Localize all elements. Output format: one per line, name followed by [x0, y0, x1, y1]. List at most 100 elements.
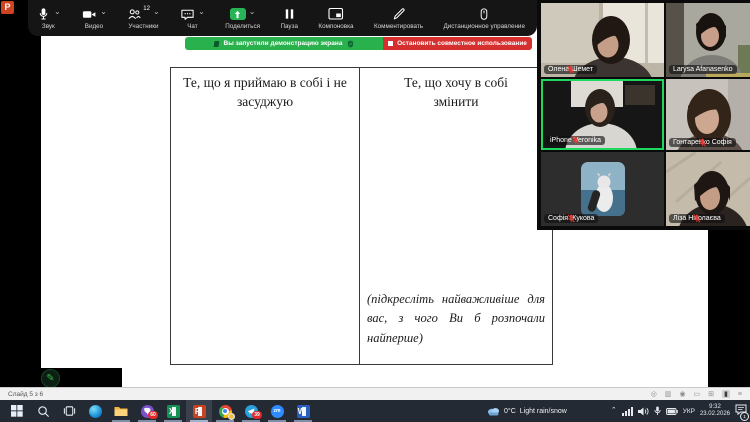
language-indicator[interactable]: УКР	[683, 408, 695, 415]
video-tile[interactable]: Гонтаренко Софія	[666, 79, 750, 150]
network-icon[interactable]	[622, 407, 633, 416]
microphone-icon	[36, 7, 51, 22]
slideshow-left-black-bar	[0, 0, 41, 387]
table-right-column: Те, що хочу в собі змінити (підкресліть …	[360, 68, 552, 364]
remote-control-label: Дистанционное управление	[443, 23, 525, 30]
muted-mic-icon	[546, 136, 605, 145]
video-label: Видео	[85, 23, 103, 30]
shield-check-icon	[347, 40, 354, 48]
participants-icon	[127, 7, 142, 22]
layout-button[interactable]: Компоновка	[318, 6, 353, 30]
normal-view-icon[interactable]: ▭	[694, 390, 701, 398]
video-tile[interactable]: Larysa Afanasenko	[666, 3, 750, 77]
participant-nametag: Larysa Afanasenko	[669, 65, 737, 74]
pause-share-button[interactable]: Пауза	[280, 6, 298, 30]
video-tile-active-speaker[interactable]: iPhone Veronika	[541, 79, 664, 150]
play-icon[interactable]: ◉	[679, 390, 685, 398]
annotate-pencil-icon	[392, 7, 406, 21]
viber-badge: 60	[148, 411, 158, 419]
participant-name: Larysa Afanasenko	[673, 66, 733, 73]
chevron-down-icon[interactable]: ⌄	[153, 8, 160, 16]
muted-mic-icon	[669, 214, 725, 223]
participants-button[interactable]: 12 ⌄ Участники	[127, 6, 159, 30]
telegram-button[interactable]: 39	[238, 400, 264, 422]
participant-nametag: Гонтаренко Софія	[669, 138, 736, 147]
table-left-column: Те, що я приймаю в собі і не засуджую	[171, 68, 360, 364]
excel-button[interactable]: X	[160, 400, 186, 422]
participants-video-panel: Олена Шемет Larysa Afanasenko	[537, 0, 750, 230]
participants-label: Участники	[128, 23, 158, 30]
status-bar-view-controls: ◎ ▥ ◉ ▭ ⊞ ▮ ≡	[651, 390, 742, 398]
reading-view-icon[interactable]: ▮	[722, 390, 730, 398]
start-button[interactable]	[4, 400, 30, 422]
share-screen-label: Поделиться	[225, 23, 260, 30]
comments-icon[interactable]: ▥	[665, 390, 672, 398]
microphone-tray-icon[interactable]	[654, 406, 661, 416]
muted-mic-icon	[544, 65, 597, 74]
action-center-button[interactable]: 1	[735, 402, 747, 420]
powerpoint-icon: P	[193, 405, 206, 418]
file-explorer-button[interactable]	[108, 400, 134, 422]
share-screen-button[interactable]: ⌄ Поделиться	[225, 6, 260, 30]
table-left-header: Те, що я приймаю в собі і не засуджую	[171, 74, 359, 112]
share-screen-icon	[230, 8, 246, 20]
table-right-note: (підкресліть найважливіше для вас, з чог…	[367, 290, 545, 348]
annotate-pencil-button[interactable]: ✎	[41, 369, 60, 388]
video-button[interactable]: ⌄ Видео	[81, 6, 107, 30]
video-tile[interactable]: Олена Шемет	[541, 3, 664, 77]
chevron-down-icon[interactable]: ⌄	[54, 8, 61, 16]
pencil-icon: ✎	[46, 374, 54, 384]
audio-button[interactable]: ⌄ Звук	[36, 6, 61, 30]
chevron-down-icon[interactable]: ⌄	[100, 8, 107, 16]
share-indicator-icon	[213, 41, 219, 47]
annotate-label: Комментировать	[374, 23, 423, 30]
participants-count-badge: 12	[143, 6, 150, 12]
participant-nametag: Олена Шемет	[544, 65, 597, 74]
viber-button[interactable]: 60	[134, 400, 160, 422]
volume-icon[interactable]	[638, 407, 649, 416]
chat-label: Чат	[187, 23, 197, 30]
tray-expand-icon[interactable]: ⌃	[611, 406, 617, 414]
video-tile[interactable]: Ліза Ніколаєва	[666, 152, 750, 226]
chrome-button[interactable]	[212, 400, 238, 422]
layout-label: Компоновка	[318, 23, 353, 30]
edge-icon	[89, 405, 102, 418]
stop-share-button[interactable]: Остановить совместное использование	[383, 37, 532, 50]
clock[interactable]: 9:32 23.02.2026	[700, 404, 730, 418]
annotate-button[interactable]: Комментировать	[374, 6, 423, 30]
annotation-toolbar: ✎	[0, 368, 122, 387]
video-tile-camera-off[interactable]: Софія Жукова	[541, 152, 664, 226]
telegram-badge: 39	[252, 411, 262, 419]
chat-button[interactable]: ⌄ Чат	[180, 6, 205, 30]
powerpoint-button[interactable]: P	[186, 400, 212, 422]
weather-widget[interactable]: 0°C Light rain/snow	[487, 400, 567, 422]
notification-badge: 1	[740, 412, 749, 421]
excel-icon: X	[167, 405, 180, 418]
system-tray: ⌃ УКР 9:32 23.02.2026	[611, 400, 747, 422]
chrome-mini-badge	[228, 413, 235, 420]
zoom-app-button[interactable]: zm	[264, 400, 290, 422]
word-icon: W	[297, 405, 310, 418]
battery-icon[interactable]	[666, 408, 678, 415]
slide-sorter-icon[interactable]: ⊞	[708, 390, 714, 398]
sharing-banner: Вы запустили демонстрацию экрана Останов…	[185, 37, 532, 50]
presentation-status-bar: Слайд 5 з 6 ◎ ▥ ◉ ▭ ⊞ ▮ ≡	[0, 387, 750, 400]
start-icon	[11, 405, 23, 417]
search-button[interactable]	[30, 400, 56, 422]
task-view-icon	[63, 405, 76, 417]
notes-icon[interactable]: ◎	[651, 390, 657, 398]
chevron-down-icon[interactable]: ⌄	[198, 8, 205, 16]
sharing-status-segment: Вы запустили демонстрацию экрана	[185, 37, 383, 50]
powerpoint-corner-icon: P	[1, 1, 14, 14]
edge-button[interactable]	[82, 400, 108, 422]
sharing-status-text: Вы запустили демонстрацию экрана	[224, 40, 343, 47]
word-button[interactable]: W	[290, 400, 316, 422]
menu-icon[interactable]: ≡	[738, 391, 742, 398]
chevron-down-icon[interactable]: ⌄	[249, 8, 256, 16]
task-view-button[interactable]	[56, 400, 82, 422]
file-explorer-icon	[114, 405, 128, 417]
meeting-toolbar: ⌄ Звук ⌄ Видео 12 ⌄ Участники	[28, 0, 537, 36]
remote-control-button[interactable]: Дистанционное управление	[443, 6, 525, 30]
slide-counter: Слайд 5 з 6	[8, 391, 43, 398]
zoom-app-icon: zm	[271, 405, 284, 418]
